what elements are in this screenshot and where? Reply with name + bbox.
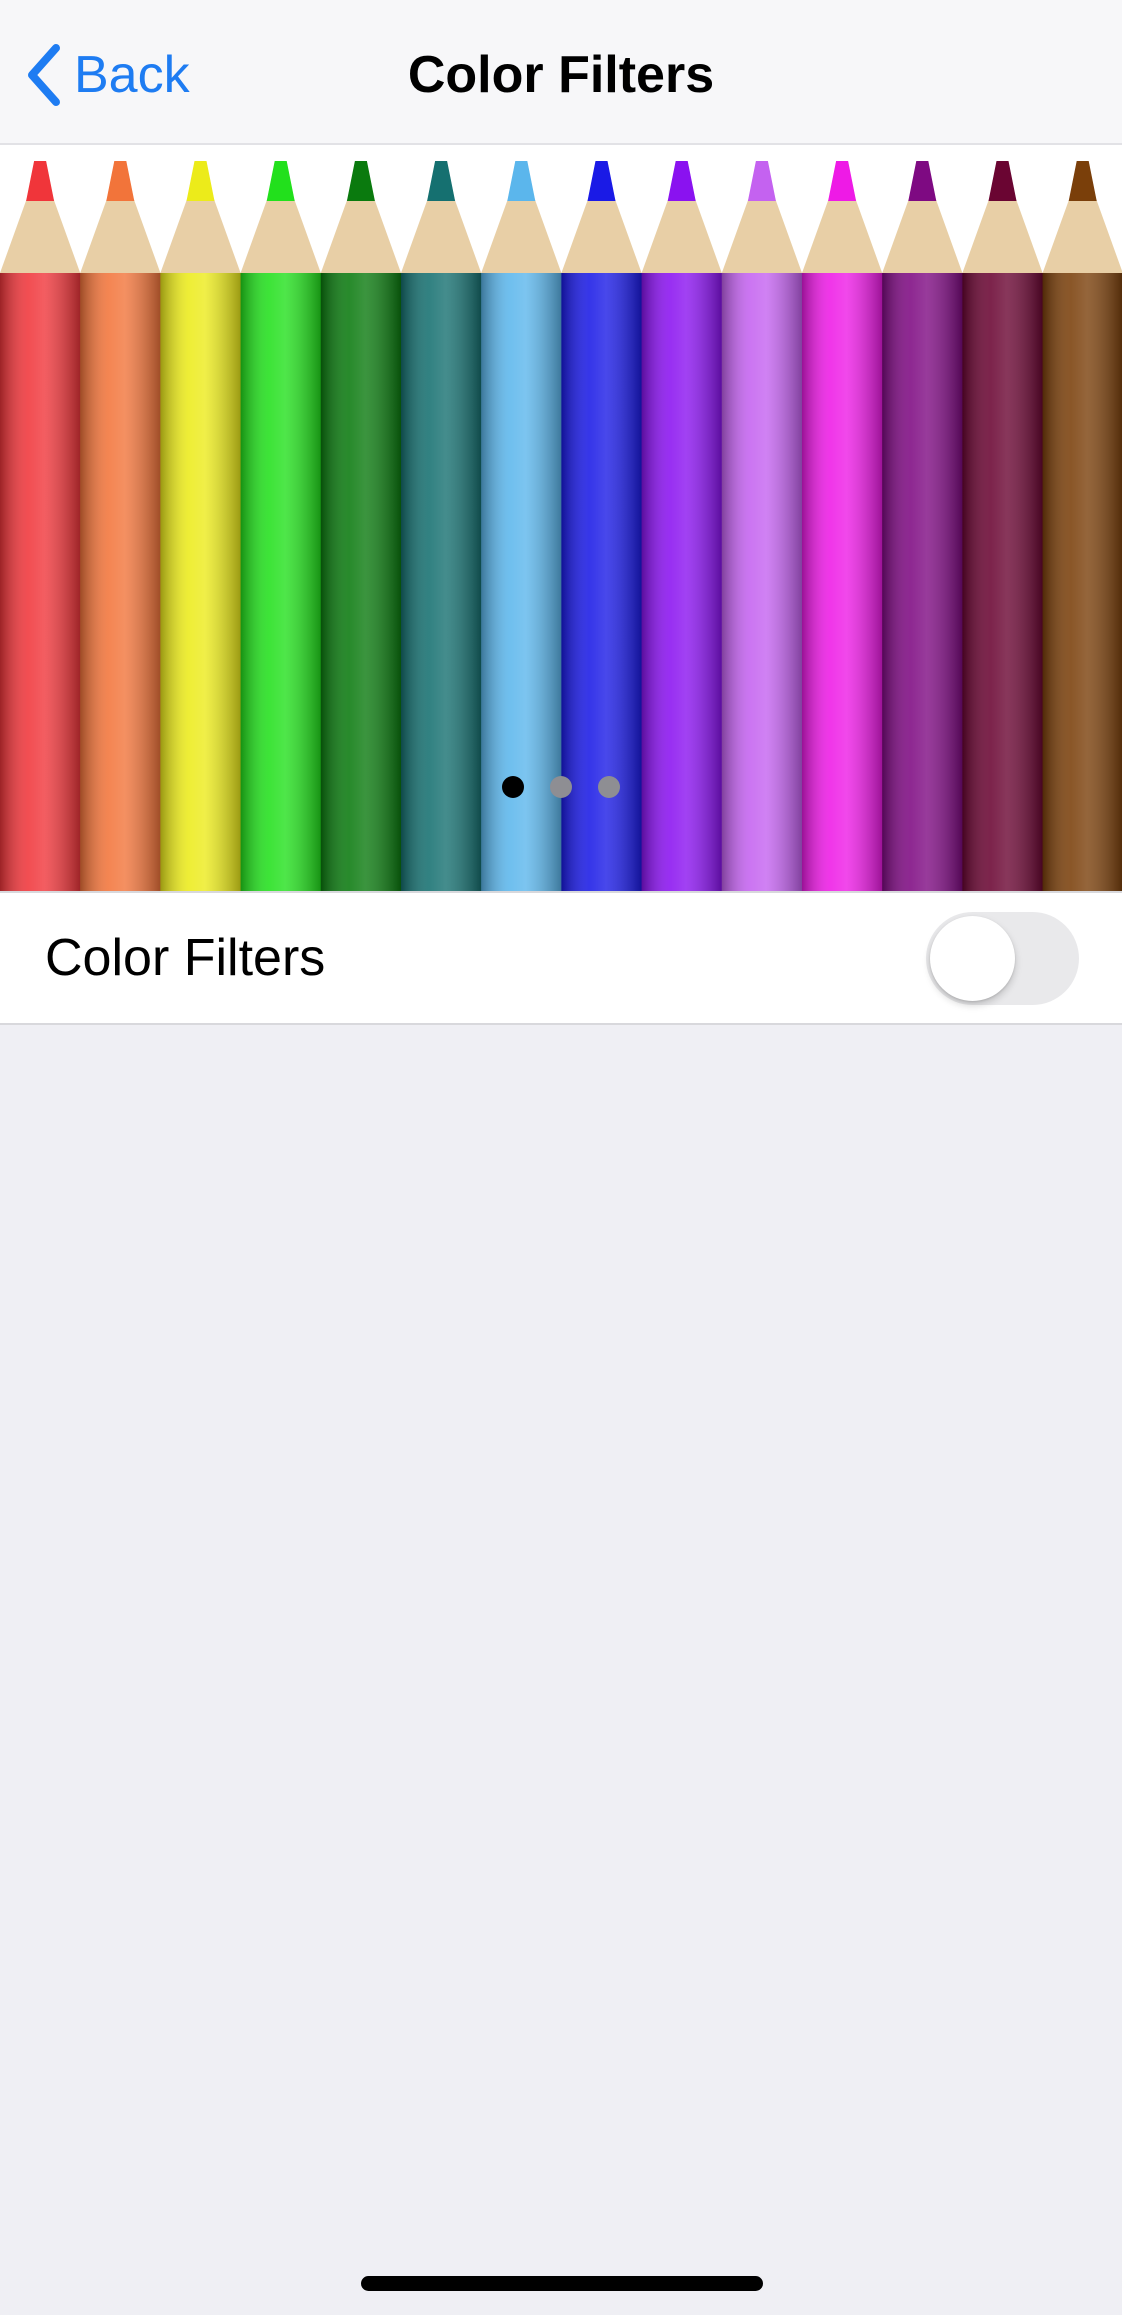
color-filter-preview[interactable] xyxy=(0,145,1122,912)
color-filters-label: Color Filters xyxy=(45,929,326,987)
navigation-bar: Back Color Filters xyxy=(0,0,1122,145)
home-indicator[interactable] xyxy=(361,2276,763,2291)
page-dot[interactable] xyxy=(502,776,524,798)
page-dot[interactable] xyxy=(598,776,620,798)
page-control[interactable] xyxy=(0,776,1122,800)
page-title: Color Filters xyxy=(407,46,715,104)
page-dot[interactable] xyxy=(550,776,572,798)
settings-group: Color Filters xyxy=(0,891,1122,1025)
color-filters-toggle[interactable] xyxy=(926,912,1079,1005)
toggle-knob xyxy=(930,916,1015,1001)
